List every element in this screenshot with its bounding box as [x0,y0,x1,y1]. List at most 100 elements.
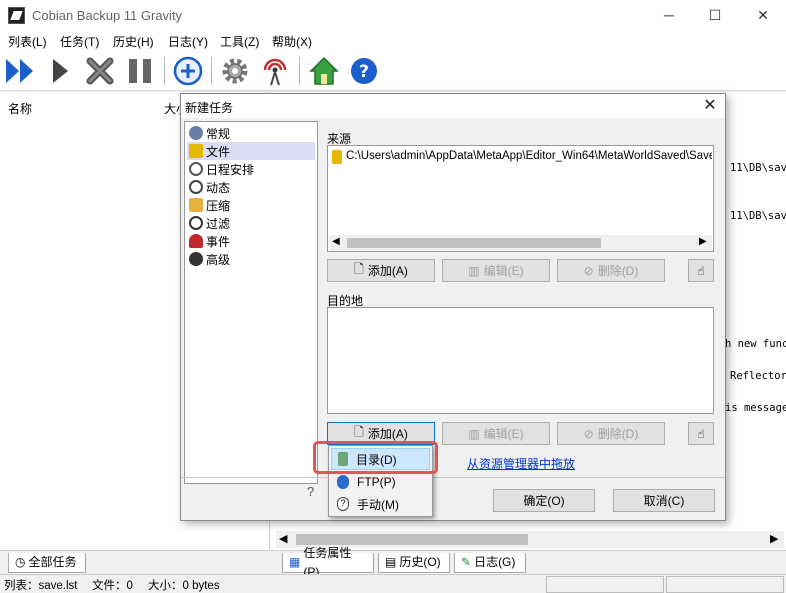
add-task-icon[interactable] [172,55,204,87]
hand-icon: ☝ [697,263,705,278]
menu-item-ftp[interactable]: FTP(P) [331,471,430,493]
tab-history[interactable]: ▤ 历史(O) [378,553,450,573]
history-icon: ▤ [385,555,397,569]
status-files: 文件：0 [92,580,133,592]
cancel-button[interactable]: 取消(C) [613,489,715,512]
scroll-left-icon[interactable]: ◀ [332,236,340,247]
status-bar: 列表：save.lst 文件：0 大小：0 bytes [0,574,786,593]
hand-icon: ☝ [697,426,705,441]
cancel-icon[interactable] [84,55,116,87]
log-line: 11\DB\sav [730,162,786,174]
help-question-icon[interactable]: ? [307,484,314,499]
compress-icon [189,198,203,212]
maximize-button[interactable]: ☐ [692,0,738,31]
delete-icon: ⊘ [583,426,594,441]
menu-log[interactable]: 日志(Y) [168,33,208,50]
general-icon [189,126,203,140]
pause-icon[interactable] [124,55,156,87]
settings-icon[interactable] [219,55,251,87]
antenna-icon[interactable] [259,55,291,87]
close-button[interactable]: ✕ [740,0,786,31]
nav-item-filter[interactable]: 过滤 [187,214,315,232]
status-size: 大小：0 bytes [148,580,220,592]
scroll-right-icon[interactable]: ▶ [699,236,707,247]
clock-icon: ◷ [15,555,26,569]
add-file-icon: 🗋 [354,262,364,276]
dialog-title: 新建任务 [185,101,234,115]
menu-tools[interactable]: 工具(Z) [220,33,259,50]
nav-item-schedule[interactable]: 日程安排 [187,160,315,178]
menu-task[interactable]: 任务(T) [60,33,99,50]
delete-icon: ⊘ [583,263,594,278]
app-icon [8,7,25,24]
events-icon [189,234,203,248]
tab-log[interactable]: ✎ 日志(G) [454,553,526,573]
source-add-button[interactable]: 🗋 添加(A) [327,259,435,282]
source-edit-button[interactable]: ▥ 编辑(E) [442,259,550,282]
title-bar: Cobian Backup 11 Gravity ─ ☐ ✕ [0,0,786,31]
nav-item-events[interactable]: 事件 [187,232,315,250]
destination-list[interactable] [327,307,714,414]
minimize-button[interactable]: ─ [646,0,692,31]
destination-delete-button[interactable]: ⊘ 删除(D) [557,422,665,445]
source-list-item[interactable]: C:\Users\admin\AppData\MetaApp\Editor_Wi… [332,150,712,164]
svg-text:?: ? [359,62,369,82]
menu-history[interactable]: 历史(H) [113,33,154,50]
filter-icon [189,216,203,230]
menu-help[interactable]: 帮助(X) [272,33,312,50]
properties-icon: ▦ [289,555,301,569]
toolbar-separator [211,57,212,85]
log-icon: ✎ [461,555,472,569]
nav-item-compress[interactable]: 压缩 [187,196,315,214]
dialog-title-bar: 新建任务 ✕ [181,94,725,118]
nav-item-dynamic[interactable]: 动态 [187,178,315,196]
log-line: h new func [725,338,786,350]
nav-item-general[interactable]: 常规 [187,124,315,142]
status-list: 列表：save.lst [4,580,78,592]
schedule-icon [189,162,203,176]
category-nav: 常规 文件 日程安排 动态 压缩 过滤 事件 高级 [184,121,318,484]
edit-icon: ▥ [468,263,480,278]
scroll-thumb[interactable] [347,238,601,248]
source-delete-button[interactable]: ⊘ 删除(D) [557,259,665,282]
folder-icon [332,150,342,164]
menu-list[interactable]: 列表(L) [8,33,47,50]
source-horizontal-scrollbar[interactable]: ◀ ▶ [329,235,712,251]
drag-from-explorer-link[interactable]: 从资源管理器中拖放 [467,455,575,472]
ok-button[interactable]: 确定(O) [493,489,595,512]
nav-item-advanced[interactable]: 高级 [187,250,315,268]
status-panel [666,576,784,593]
log-line: 11\DB\sav [730,210,786,222]
manual-icon: ? [337,497,349,511]
home-icon[interactable] [308,55,340,87]
scroll-right-icon[interactable]: ▶ [770,532,778,545]
files-icon [189,144,203,158]
destination-edit-button[interactable]: ▥ 编辑(E) [442,422,550,445]
highlight-annotation [313,441,438,474]
ftp-icon [337,475,349,489]
log-line: is message [725,402,786,414]
destination-drag-button[interactable]: ☝ [688,422,714,445]
column-header-name[interactable]: 名称 [8,100,32,117]
advanced-icon [189,252,203,266]
tab-all-tasks[interactable]: ◷ 全部任务 [8,553,86,573]
dynamic-icon [189,180,203,194]
tab-task-properties[interactable]: ▦ 任务属性(P) [282,546,374,579]
log-line: Reflector [730,370,786,382]
source-list[interactable]: C:\Users\admin\AppData\MetaApp\Editor_Wi… [327,145,714,252]
scroll-left-icon[interactable]: ◀ [279,532,287,545]
nav-item-files[interactable]: 文件 [187,142,315,160]
source-drag-button[interactable]: ☝ [688,259,714,282]
window-title: Cobian Backup 11 Gravity [32,8,183,23]
menu-bar: 列表(L) 任务(T) 历史(H) 日志(Y) 工具(Z) 帮助(X) [0,31,786,51]
status-panel [546,576,664,593]
toolbar-separator [299,57,300,85]
run-all-icon[interactable] [4,55,36,87]
help-icon[interactable]: ? [348,55,380,87]
menu-item-manual[interactable]: ? 手动(M) [331,493,430,515]
run-icon[interactable] [44,55,76,87]
new-task-dialog: 新建任务 ✕ 常规 文件 日程安排 动态 压缩 过滤 事件 高级 来源 C:\U… [180,93,726,521]
dialog-close-icon[interactable]: ✕ [695,94,725,118]
edit-icon: ▥ [468,426,480,441]
dialog-divider [181,477,725,478]
